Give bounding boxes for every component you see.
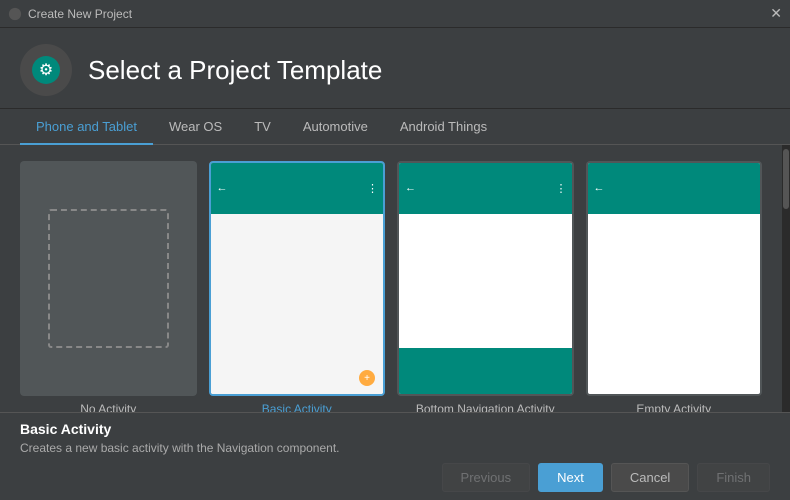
android-logo-icon: ⚙ [30,54,62,86]
template-empty-activity-label: Empty Activity [636,402,711,412]
tab-wear-os[interactable]: Wear OS [153,109,238,144]
template-empty-activity-preview: ← [586,161,763,396]
back-arrow-icon: ← [217,182,228,194]
dashed-rect [48,209,169,348]
back-arrow-icon2: ← [405,182,416,194]
bottom-nav-top-bar: ← ⋮ [399,163,572,214]
template-basic-activity[interactable]: ← ⋮ + Basic Activity [209,161,386,412]
close-button[interactable]: ✕ [770,5,782,22]
template-bottom-nav[interactable]: ← ⋮ Bottom Navigation Activity [397,161,574,412]
finish-button[interactable]: Finish [697,463,770,492]
bottom-nav-visual: ← ⋮ [399,163,572,394]
tab-phone-tablet[interactable]: Phone and Tablet [20,109,153,144]
fab-button: + [359,370,375,386]
template-basic-activity-label: Basic Activity [262,402,332,412]
cancel-button[interactable]: Cancel [611,463,689,492]
page-title: Select a Project Template [88,55,382,86]
tab-android-things[interactable]: Android Things [384,109,503,144]
tab-bar: Phone and Tablet Wear OS TV Automotive A… [0,109,790,145]
template-empty-activity[interactable]: ← Empty Activity [586,161,763,412]
menu-dots-icon: ⋮ [367,182,378,195]
tab-automotive[interactable]: Automotive [287,109,384,144]
bottom-nav-bar [399,348,572,394]
basic-activity-visual: ← ⋮ + [211,163,384,394]
template-no-activity-preview [20,161,197,396]
template-no-activity[interactable]: No Activity [20,161,197,412]
title-bar: Create New Project ✕ [0,0,790,28]
header: ⚙ Select a Project Template [0,28,790,109]
app-logo: ⚙ [20,44,72,96]
svg-text:⚙: ⚙ [39,62,53,79]
basic-top-bar: ← ⋮ [211,163,384,214]
back-arrow-icon3: ← [594,182,605,194]
selected-template-title: Basic Activity [20,421,770,437]
selected-template-description: Creates a new basic activity with the Na… [20,441,770,455]
scrollbar-thumb [783,149,789,209]
empty-activity-visual: ← [588,163,761,394]
title-bar-text: Create New Project [28,7,132,21]
template-bottom-nav-label: Bottom Navigation Activity [416,402,555,412]
content-area: Phone and Tablet Wear OS TV Automotive A… [0,109,790,412]
next-button[interactable]: Next [538,463,603,492]
templates-grid: No Activity ← ⋮ + [0,145,782,412]
template-no-activity-label: No Activity [80,402,136,412]
template-bottom-nav-preview: ← ⋮ [397,161,574,396]
empty-top-bar: ← [588,163,761,214]
bottom-panel: Basic Activity Creates a new basic activ… [0,412,790,500]
selected-template-info: Basic Activity Creates a new basic activ… [20,421,770,455]
tab-tv[interactable]: TV [238,109,287,144]
previous-button[interactable]: Previous [442,463,531,492]
template-basic-activity-preview: ← ⋮ + [209,161,386,396]
menu-dots-icon2: ⋮ [556,182,567,195]
window-icon [8,7,22,21]
scrollbar[interactable] [782,145,790,412]
bottom-nav-content [399,214,572,348]
main-area: No Activity ← ⋮ + [0,145,790,412]
window: Create New Project ✕ ⚙ Select a Project … [0,0,790,500]
basic-body: + [211,214,384,394]
no-activity-visual [22,163,195,394]
action-buttons: Previous Next Cancel Finish [20,463,770,492]
